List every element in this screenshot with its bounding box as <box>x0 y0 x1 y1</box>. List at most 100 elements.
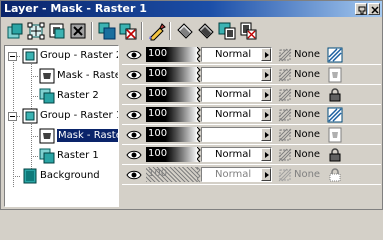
raster-layer-icon <box>39 88 55 104</box>
opacity-value: 100 <box>148 48 168 59</box>
group-layer-icon <box>22 108 38 124</box>
layer-properties-pane: 100 Normal None 100 None 100 Normal None <box>122 45 381 207</box>
lock-transparency-icon[interactable] <box>277 67 293 83</box>
padlock-icon <box>327 167 343 183</box>
layer-row-group-raster-1[interactable]: Group - Raster 1 <box>5 106 118 126</box>
visibility-eye-icon[interactable] <box>126 89 142 101</box>
visibility-eye-icon[interactable] <box>126 169 142 181</box>
duplicate-layer-icon[interactable] <box>97 21 117 41</box>
mask-link-icon[interactable] <box>327 127 343 143</box>
dropdown-arrow-icon[interactable] <box>261 148 271 161</box>
close-icon[interactable] <box>368 3 380 15</box>
dropdown-arrow-icon[interactable] <box>261 108 271 121</box>
link-group-value: None <box>294 149 321 160</box>
new-vector-layer-icon[interactable] <box>26 21 46 41</box>
layer-props-row: 100 None <box>122 65 381 85</box>
dropdown-arrow-icon <box>261 168 271 181</box>
link-group-value: None <box>294 109 321 120</box>
opacity-slider[interactable]: 100 <box>146 127 198 142</box>
layer-row-group-raster-2[interactable]: Group - Raster 2 <box>5 46 118 66</box>
new-mask-layer-icon[interactable] <box>47 21 67 41</box>
layer-props-row: 100 Normal None <box>122 145 381 165</box>
opacity-value: 100 <box>148 88 168 99</box>
toolbar-separator <box>91 22 93 40</box>
collapse-expander[interactable] <box>8 52 17 61</box>
mask-layer-icon <box>39 68 55 84</box>
dropdown-arrow-icon[interactable] <box>261 48 271 61</box>
blend-mode-value: Normal <box>215 89 252 100</box>
blend-mode-select[interactable]: Normal <box>201 47 272 62</box>
opacity-value: 100 <box>148 128 168 139</box>
layer-name: Group - Raster 2 <box>40 50 119 61</box>
layer-name: Raster 2 <box>57 90 99 101</box>
lock-transparency-icon[interactable] <box>277 127 293 143</box>
layer-properties-icon[interactable] <box>175 21 195 41</box>
layer-palette: Layer - Mask - Raster 1 Group - Raster 2… <box>0 0 383 210</box>
layer-row-raster-1[interactable]: Raster 1 <box>5 146 118 166</box>
link-group-value: None <box>294 69 321 80</box>
blend-mode-select[interactable]: Normal <box>201 107 272 122</box>
link-group-value: None <box>294 169 321 180</box>
opacity-slider[interactable]: 100 <box>146 67 198 82</box>
blend-mode-value: Normal <box>215 109 252 120</box>
delete-layer-icon[interactable] <box>118 21 138 41</box>
blend-mode-select[interactable]: Normal <box>201 147 272 162</box>
new-adjustment-layer-icon[interactable] <box>68 21 88 41</box>
opacity-value: 100 <box>148 108 168 119</box>
collapse-expander[interactable] <box>8 112 17 121</box>
layer-row-mask-raster-selected[interactable]: Mask - Raster <box>5 126 118 146</box>
layer-name: Background <box>40 170 100 181</box>
mask-from-image-icon[interactable] <box>217 21 237 41</box>
visibility-eye-icon[interactable] <box>126 109 142 121</box>
layer-row-raster-2[interactable]: Raster 2 <box>5 86 118 106</box>
invert-mask-icon[interactable] <box>238 21 258 41</box>
blend-mode-select[interactable]: Normal <box>201 87 272 102</box>
opacity-slider[interactable]: 100 <box>146 87 198 102</box>
mask-layer-icon <box>39 128 55 144</box>
lock-transparency-icon[interactable] <box>277 87 293 103</box>
padlock-icon[interactable] <box>327 147 343 163</box>
opacity-slider-disabled: 100 <box>146 167 198 182</box>
background-layer-icon <box>22 168 38 184</box>
lock-transparency-icon[interactable] <box>277 147 293 163</box>
blend-mode-select[interactable] <box>201 67 272 82</box>
edit-selection-icon[interactable] <box>147 21 167 41</box>
layer-row-mask-raster[interactable]: Mask - Raster <box>5 66 118 86</box>
link-layers-icon[interactable] <box>196 21 216 41</box>
layer-props-row: 100 Normal None <box>122 165 381 185</box>
opacity-value: 100 <box>148 148 168 159</box>
visibility-eye-icon[interactable] <box>126 149 142 161</box>
dropdown-arrow-icon[interactable] <box>261 128 271 141</box>
layer-props-row: 100 Normal None <box>122 85 381 105</box>
dropdown-arrow-icon[interactable] <box>261 68 271 81</box>
lock-transparency-icon[interactable] <box>277 47 293 63</box>
link-toggle-icon[interactable] <box>327 47 343 63</box>
blend-mode-value: Normal <box>215 49 252 60</box>
title-bar[interactable]: Layer - Mask - Raster 1 <box>1 1 382 17</box>
opacity-slider[interactable]: 100 <box>146 47 198 62</box>
opacity-slider[interactable]: 100 <box>146 147 198 162</box>
opacity-value: 100 <box>148 168 168 179</box>
new-raster-layer-icon[interactable] <box>5 21 25 41</box>
blend-mode-value: Normal <box>215 169 252 180</box>
padlock-icon[interactable] <box>327 87 343 103</box>
layer-props-row: 100 Normal None <box>122 45 381 65</box>
link-group-value: None <box>294 129 321 140</box>
dropdown-arrow-icon[interactable] <box>261 88 271 101</box>
layer-name: Mask - Raster <box>57 129 118 142</box>
opacity-slider[interactable]: 100 <box>146 107 198 122</box>
mask-link-icon[interactable] <box>327 67 343 83</box>
blend-mode-select-disabled: Normal <box>201 167 272 182</box>
pin-icon[interactable] <box>355 3 367 15</box>
blend-mode-select[interactable] <box>201 127 272 142</box>
layer-tree: Group - Raster 2 Mask - Raster Raster 2 … <box>4 45 119 207</box>
visibility-eye-icon[interactable] <box>126 69 142 81</box>
visibility-eye-icon[interactable] <box>126 129 142 141</box>
visibility-eye-icon[interactable] <box>126 49 142 61</box>
link-toggle-icon[interactable] <box>327 107 343 123</box>
toolbar <box>1 18 382 44</box>
layer-props-row: 100 Normal None <box>122 105 381 125</box>
lock-transparency-icon[interactable] <box>277 107 293 123</box>
layer-row-background[interactable]: Background <box>5 166 118 186</box>
link-group-value: None <box>294 49 321 60</box>
